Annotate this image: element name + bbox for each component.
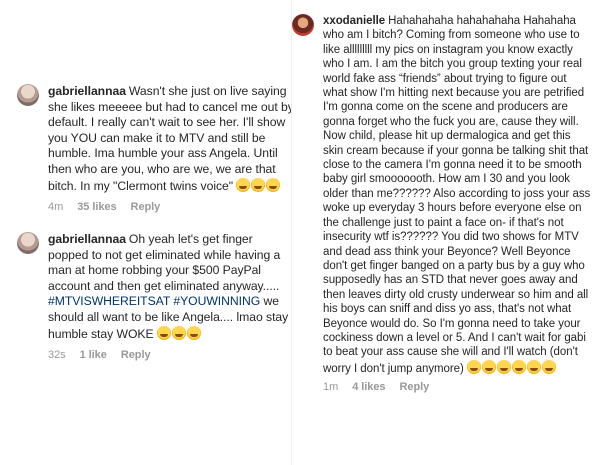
comment-likes[interactable]: 1 like [80,348,107,364]
comment-2: gabriellannaa Oh yeah let's get finger po… [17,232,295,364]
comment-text: Wasn't she just on live saying she likes… [48,84,294,193]
avatar[interactable] [17,84,39,106]
smiling-emoji [541,359,556,374]
hashtag-link[interactable]: #MTVISWHEREITSAT [48,294,170,308]
tears-of-joy-emoji [156,325,171,340]
reply-button[interactable]: Reply [399,380,429,394]
comment-meta: 1m 4 likes Reply [323,380,591,394]
tears-of-joy-emoji [171,325,186,340]
smiling-emoji [496,359,511,374]
comment-likes[interactable]: 4 likes [352,380,385,394]
smiling-emoji [466,359,481,374]
right-comment-panel: xxodanielle Hahahahaha hahahahaha Hahahah… [291,0,600,465]
comment-meta: 32s 1 like Reply [48,348,295,364]
comment-1: gabriellannaa Wasn't she just on live say… [17,84,295,216]
comment-username[interactable]: gabriellannaa [48,84,126,98]
comment-text: Hahahahaha hahahahaha Hahahaha who am I … [323,15,591,375]
comment-username[interactable]: gabriellannaa [48,232,126,246]
comment-content: gabriellannaa Wasn't she just on live say… [48,84,295,194]
left-comments-panel: gabriellannaa Wasn't she just on live say… [0,0,297,465]
comment-3: xxodanielle Hahahahaha hahahahaha Hahahah… [292,14,598,395]
comment-content: xxodanielle Hahahahaha hahahahaha Hahahah… [323,14,591,376]
comment-body: gabriellannaa Oh yeah let's get finger po… [48,232,295,364]
emoji-group [236,177,281,193]
smiling-emoji [511,359,526,374]
comment-username[interactable]: xxodanielle [323,15,385,27]
smiling-emoji [481,359,496,374]
comment-time: 4m [48,201,64,214]
reply-button[interactable]: Reply [131,200,161,216]
tears-of-joy-emoji [236,177,251,192]
reply-button[interactable]: Reply [121,348,151,364]
avatar[interactable] [17,232,39,254]
tears-of-joy-emoji [251,177,266,192]
comment-content: gabriellannaa Oh yeah let's get finger po… [48,232,295,342]
hashtag-link[interactable]: #YOUWINNING [173,294,260,308]
comment-body: xxodanielle Hahahahaha hahahahaha Hahahah… [323,14,591,395]
comment-time: 1m [323,381,339,394]
comment-meta: 4m 35 likes Reply [48,200,295,216]
smiling-emoji [526,359,541,374]
tears-of-joy-emoji [186,325,201,340]
emoji-group [156,325,202,341]
avatar[interactable] [292,14,314,36]
comment-body: gabriellannaa Wasn't she just on live say… [48,84,295,216]
comment-likes[interactable]: 35 likes [77,200,116,216]
comment-time: 32s [48,349,66,362]
tears-of-joy-emoji [266,177,281,192]
emoji-group [466,359,557,375]
